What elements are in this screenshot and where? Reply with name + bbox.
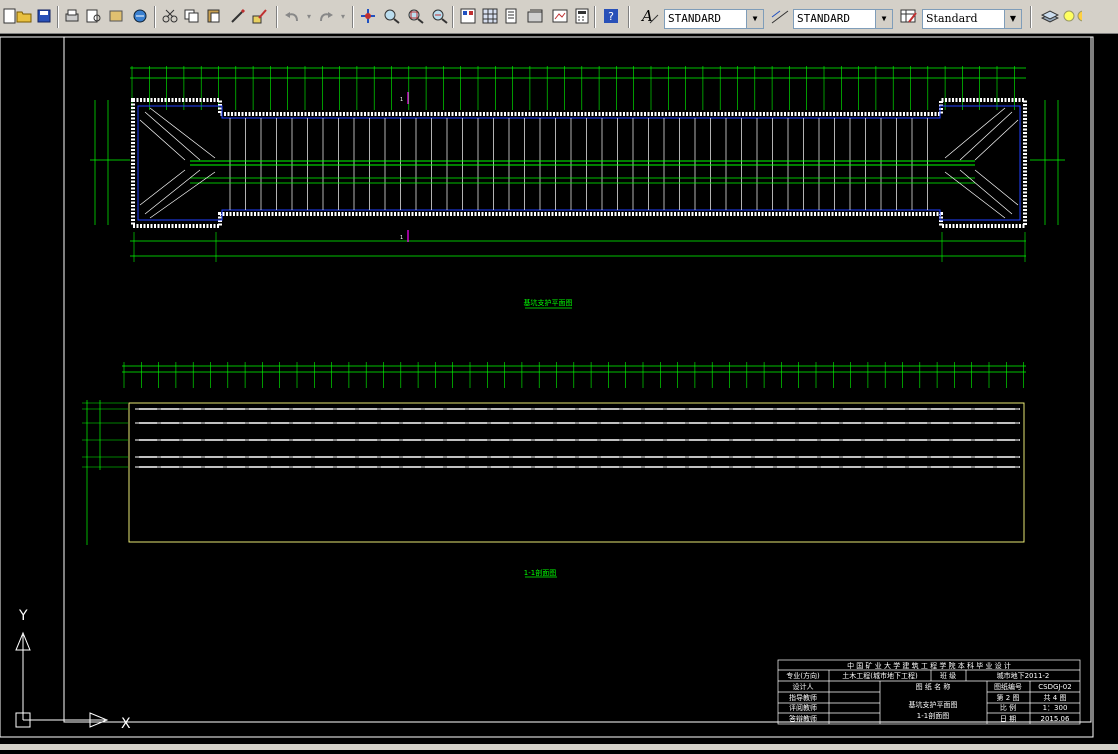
- drawing-no-value: CSDGJ-02: [1038, 683, 1071, 691]
- text-style-icon[interactable]: A: [640, 6, 660, 26]
- plan-title: 基坑支护平面图: [524, 298, 573, 307]
- plot-preview-icon[interactable]: [84, 6, 104, 26]
- section-mark-bottom: 1: [400, 235, 403, 241]
- publish-icon[interactable]: [106, 6, 126, 26]
- layer-manager-icon[interactable]: [1040, 6, 1060, 26]
- undo-dropdown-icon[interactable]: ▾: [304, 6, 314, 26]
- section-mark-top: 1: [400, 97, 403, 103]
- cut-icon[interactable]: [160, 6, 180, 26]
- ucs-icon: [15, 631, 109, 728]
- major-value: 土木工程(城市地下工程): [842, 671, 918, 680]
- ucs-x-label: X: [121, 716, 131, 732]
- section-title: 1-1剖面图: [524, 568, 556, 577]
- class-value: 城市地下2011-2: [997, 671, 1050, 680]
- drawing-no-label: 图纸编号: [994, 682, 1022, 691]
- drawing-name-1: 基坑支护平面图: [909, 700, 958, 709]
- zoom-window-icon[interactable]: [406, 6, 426, 26]
- sheet-outer-border: [0, 36, 1094, 738]
- chevron-down-icon: ▼: [875, 10, 892, 28]
- defense-label: 答辩教师: [789, 714, 817, 723]
- drawing-name-label: 图 纸 名 称: [916, 682, 951, 691]
- zoom-realtime-icon[interactable]: [382, 6, 402, 26]
- section-view: 1-1剖面图: [82, 362, 1026, 578]
- dim-style-icon[interactable]: [770, 6, 790, 26]
- sheet-set-icon[interactable]: [526, 6, 546, 26]
- table-style-value: Standard: [926, 12, 978, 25]
- standard-toolbar: ▾ ▾ ? A STANDARD ▼ STANDARD ▼ Standard ▼: [0, 0, 1118, 34]
- open-icon[interactable]: [14, 6, 34, 26]
- tool-palettes-icon[interactable]: [502, 6, 522, 26]
- markup-icon[interactable]: [550, 6, 570, 26]
- text-style-combo[interactable]: STANDARD ▼: [664, 9, 764, 29]
- sheet-no: 第 2 图: [997, 693, 1020, 702]
- drawing-canvas[interactable]: 1 1 基坑支护平面图 1-1剖面图 Y X 中 国 矿 业 大 学 建 筑 工…: [0, 34, 1118, 750]
- block-editor-icon[interactable]: [250, 6, 270, 26]
- scale-label: 比 例: [1000, 703, 1016, 712]
- pile-wall-outline: [131, 98, 1027, 228]
- reviewer-label: 评阅教师: [789, 703, 817, 712]
- copy-icon[interactable]: [182, 6, 202, 26]
- date-value: 2015.06: [1041, 715, 1070, 723]
- class-label: 班 级: [940, 671, 956, 680]
- sheet-total: 共 4 图: [1044, 693, 1067, 702]
- zoom-previous-icon[interactable]: [430, 6, 450, 26]
- designer-label: 设计人: [793, 682, 814, 691]
- pan-icon[interactable]: [358, 6, 378, 26]
- status-bar: [0, 744, 1118, 750]
- major-label: 专业(方向): [786, 671, 820, 680]
- redo-dropdown-icon[interactable]: ▾: [338, 6, 348, 26]
- drawing-name-2: 1-1剖面图: [917, 711, 949, 720]
- svg-text:?: ?: [608, 10, 614, 23]
- layer-state-icon[interactable]: [1062, 6, 1082, 26]
- paste-icon[interactable]: [204, 6, 224, 26]
- dim-style-combo[interactable]: STANDARD ▼: [793, 9, 893, 29]
- help-icon[interactable]: ?: [601, 6, 621, 26]
- supervisor-label: 指导教师: [789, 693, 817, 702]
- scale-value: 1：300: [1043, 704, 1068, 712]
- chevron-down-icon: ▼: [1004, 10, 1021, 28]
- drawing-svg: 1 1 基坑支护平面图 1-1剖面图 Y X 中 国 矿 业 大 学 建 筑 工…: [0, 36, 1094, 738]
- save-icon[interactable]: [34, 6, 54, 26]
- section-soil-box: [128, 402, 1025, 543]
- table-style-combo[interactable]: Standard ▼: [922, 9, 1022, 29]
- etransmit-icon[interactable]: [130, 6, 150, 26]
- table-style-icon[interactable]: [899, 6, 919, 26]
- dim-style-value: STANDARD: [797, 12, 850, 25]
- ucs-y-label: Y: [18, 608, 28, 624]
- match-properties-icon[interactable]: [228, 6, 248, 26]
- text-style-value: STANDARD: [668, 12, 721, 25]
- redo-icon[interactable]: [316, 6, 336, 26]
- chevron-down-icon: ▼: [746, 10, 763, 28]
- plot-icon[interactable]: [62, 6, 82, 26]
- calculator-icon[interactable]: [572, 6, 592, 26]
- design-center-icon[interactable]: [480, 6, 500, 26]
- properties-icon[interactable]: [458, 6, 478, 26]
- title-block-header: 中 国 矿 业 大 学 建 筑 工 程 学 院 本 科 毕 业 设 计: [847, 661, 1011, 670]
- undo-icon[interactable]: [282, 6, 302, 26]
- plan-view: 1 1 基坑支护平面图: [90, 66, 1065, 309]
- date-label: 日 期: [1000, 715, 1016, 723]
